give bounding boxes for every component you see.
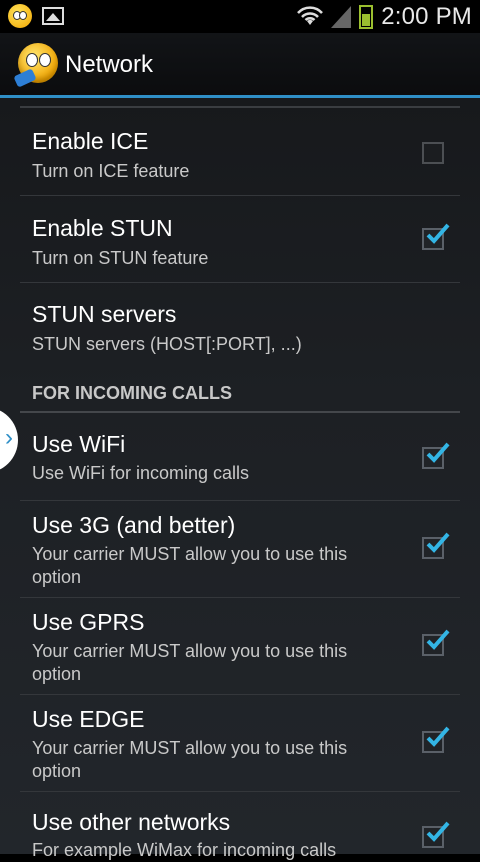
use-gprs-checkbox[interactable] xyxy=(422,629,450,656)
pref-summary: Your carrier MUST allow you to use this … xyxy=(32,738,348,781)
pref-enable-stun[interactable]: Enable STUN Turn on STUN feature xyxy=(20,204,460,286)
signal-icon xyxy=(331,5,352,28)
wifi-icon xyxy=(297,5,324,25)
system-icons: 2:00 PM xyxy=(297,0,472,33)
enable-stun-checkbox[interactable] xyxy=(422,223,450,250)
list-divider xyxy=(20,282,460,283)
pref-use-3g[interactable]: Use 3G (and better) Your carrier MUST al… xyxy=(20,501,460,597)
use-edge-checkbox[interactable] xyxy=(422,726,450,753)
clock: 2:00 PM xyxy=(381,2,472,30)
pref-title: Use 3G (and better) xyxy=(32,512,236,538)
preferences-list[interactable]: Enable ICE Turn on ICE feature Enable ST… xyxy=(0,98,480,860)
enable-ice-checkbox[interactable] xyxy=(422,142,444,164)
use-3g-checkbox[interactable] xyxy=(422,532,450,559)
pref-title: Enable STUN xyxy=(32,215,173,241)
pref-enable-ice[interactable]: Enable ICE Turn on ICE feature xyxy=(20,118,460,200)
app-logo-icon[interactable] xyxy=(13,43,58,88)
pref-use-other-networks[interactable]: Use other networks For example WiMax for… xyxy=(20,792,460,860)
checkmark-icon xyxy=(426,629,450,650)
pref-summary: Use WiFi for incoming calls xyxy=(32,463,250,483)
image-icon xyxy=(42,7,64,25)
pref-summary: For example WiMax for incoming calls xyxy=(32,840,337,860)
pref-summary: Turn on STUN feature xyxy=(32,248,209,268)
emoji-notification-icon xyxy=(8,4,32,28)
pref-use-edge[interactable]: Use EDGE Your carrier MUST allow you to … xyxy=(20,695,460,791)
pref-use-wifi[interactable]: Use WiFi Use WiFi for incoming calls xyxy=(20,416,460,500)
battery-icon xyxy=(359,4,374,29)
section-divider xyxy=(20,411,460,413)
list-divider xyxy=(20,195,460,196)
pref-summary: STUN servers (HOST[:PORT], ...) xyxy=(32,334,302,354)
notification-icons xyxy=(8,4,64,28)
pref-summary: Your carrier MUST allow you to use this … xyxy=(32,544,348,587)
pref-title: Use EDGE xyxy=(32,706,145,732)
status-bar: 2:00 PM xyxy=(0,0,480,33)
checkmark-icon xyxy=(426,726,450,747)
checkmark-icon xyxy=(426,442,450,463)
section-header: FOR INCOMING CALLS xyxy=(32,383,232,403)
checkmark-icon xyxy=(426,821,450,842)
checkmark-icon xyxy=(426,223,450,244)
list-divider xyxy=(20,106,460,108)
pref-summary: Your carrier MUST allow you to use this … xyxy=(32,641,348,684)
chevron-right-icon: › xyxy=(5,424,13,451)
use-other-networks-checkbox[interactable] xyxy=(422,821,450,848)
pref-title: Enable ICE xyxy=(32,128,149,154)
page-title: Network xyxy=(65,51,154,78)
use-wifi-checkbox[interactable] xyxy=(422,442,450,469)
checkmark-icon xyxy=(426,532,450,553)
pref-summary: Turn on ICE feature xyxy=(32,161,190,181)
pref-use-gprs[interactable]: Use GPRS Your carrier MUST allow you to … xyxy=(20,598,460,694)
action-bar: Network xyxy=(0,33,480,95)
pref-title: Use WiFi xyxy=(32,431,126,457)
pref-stun-servers[interactable]: STUN servers STUN servers (HOST[:PORT], … xyxy=(20,291,460,371)
pref-title: Use GPRS xyxy=(32,609,145,635)
pref-title: STUN servers xyxy=(32,301,177,327)
pref-title: Use other networks xyxy=(32,809,231,835)
